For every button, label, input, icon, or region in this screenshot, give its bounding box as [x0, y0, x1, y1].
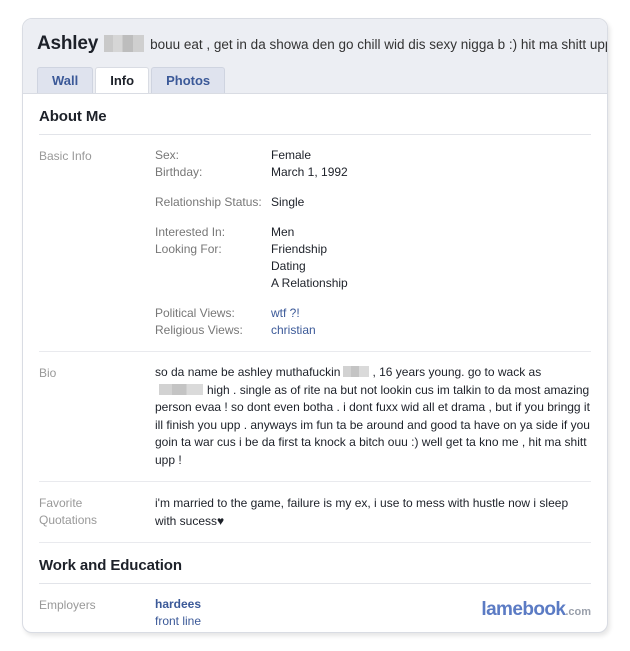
field-value-interested-in: Men	[271, 225, 295, 239]
row-label-favorite-quotations: Favorite Quotations	[39, 494, 155, 530]
field-key-religious-views: Religious Views:	[155, 323, 243, 337]
row-content-bio: so da name be ashley muthafuckin , 16 yea…	[155, 364, 591, 469]
row-basic-info: Basic Info Sex: Female Birthday: March 1…	[39, 135, 591, 352]
field-key-sex: Sex:	[155, 148, 180, 162]
page-title: Ashley	[37, 33, 99, 54]
looking-for-item-dating: Dating	[271, 259, 306, 273]
heart-icon: ♥	[217, 514, 225, 528]
field-key-political-views: Political Views:	[155, 306, 235, 320]
watermark-main-text: lamebook	[481, 599, 566, 620]
field-value-birthday: March 1, 1992	[271, 165, 348, 179]
row-favorite-quotations: Favorite Quotations i'm married to the g…	[39, 482, 591, 543]
field-group-seeking: Interested In: Men Looking For: Friendsh…	[155, 224, 591, 292]
field-interested-in: Interested In: Men	[155, 224, 591, 241]
row-label-favorite-quotations-line2: Quotations	[39, 513, 98, 527]
row-label-employers: Employers	[39, 598, 96, 612]
watermark-tld-text: .com	[565, 606, 591, 618]
bio-text-part1: so da name be ashley muthafuckin	[155, 365, 341, 379]
field-looking-for: Looking For: Friendship Dating A Relatio…	[155, 241, 591, 292]
field-group-identity: Sex: Female Birthday: March 1, 1992	[155, 147, 591, 181]
section-heading-work-and-education: Work and Education	[39, 543, 591, 584]
field-key-looking-for: Looking For:	[155, 242, 222, 256]
field-key-birthday: Birthday:	[155, 165, 203, 179]
section-heading-about-me: About Me	[39, 94, 591, 135]
screenshot-page: Ashley bouu eat , get in da showa den go …	[0, 0, 630, 651]
field-political-views: Political Views: wtf ?!	[155, 305, 591, 322]
row-label-basic-info: Basic Info	[39, 149, 92, 163]
field-value-religious-views[interactable]: christian	[271, 322, 591, 339]
tab-photos[interactable]: Photos	[151, 67, 226, 93]
field-value-relationship-status: Single	[271, 195, 305, 209]
field-group-relationship: Relationship Status: Single	[155, 194, 591, 211]
profile-status-text: bouu eat , get in da showa den go chill …	[150, 37, 607, 52]
field-sex: Sex: Female	[155, 147, 591, 164]
tab-wall[interactable]: Wall	[37, 67, 94, 93]
redacted-lastname-block	[104, 35, 145, 53]
looking-for-item-friendship: Friendship	[271, 242, 328, 256]
profile-body: About Me Basic Info Sex: Female Birthday…	[23, 94, 607, 632]
redacted-bio-block-1	[343, 366, 370, 378]
field-religious-views: Religious Views: christian	[155, 322, 591, 339]
field-value-sex: Female	[271, 148, 312, 162]
row-content-basic-info: Sex: Female Birthday: March 1, 1992 Rela…	[155, 147, 591, 339]
field-relationship-status: Relationship Status: Single	[155, 194, 591, 211]
row-content-favorite-quotations: i'm married to the game, failure is my e…	[155, 494, 591, 530]
field-value-political-views[interactable]: wtf ?!	[271, 305, 591, 322]
field-birthday: Birthday: March 1, 1992	[155, 164, 591, 181]
profile-tab-bar: Wall Info Photos	[37, 67, 227, 93]
profile-title-row: Ashley bouu eat , get in da showa den go …	[37, 33, 607, 56]
row-bio: Bio so da name be ashley muthafuckin , 16…	[39, 352, 591, 482]
profile-card: Ashley bouu eat , get in da showa den go …	[22, 18, 608, 633]
bio-text-part2: , 16 years young. go to wack as	[372, 365, 542, 379]
bio-text-part3: high . single as of rite na but not look…	[155, 382, 590, 467]
row-label-bio: Bio	[39, 366, 57, 380]
redacted-bio-block-2	[159, 383, 203, 395]
profile-header: Ashley bouu eat , get in da showa den go …	[23, 19, 607, 94]
lamebook-watermark: lamebook.com	[481, 600, 591, 622]
row-label-favorite-quotations-line1: Favorite	[39, 496, 83, 510]
field-group-views: Political Views: wtf ?! Religious Views:…	[155, 305, 591, 339]
field-key-relationship-status: Relationship Status:	[155, 195, 262, 209]
field-key-interested-in: Interested In:	[155, 225, 226, 239]
tab-info[interactable]: Info	[95, 67, 150, 93]
field-value-looking-for: Friendship Dating A Relationship	[271, 241, 591, 292]
looking-for-item-relationship: A Relationship	[271, 276, 348, 290]
